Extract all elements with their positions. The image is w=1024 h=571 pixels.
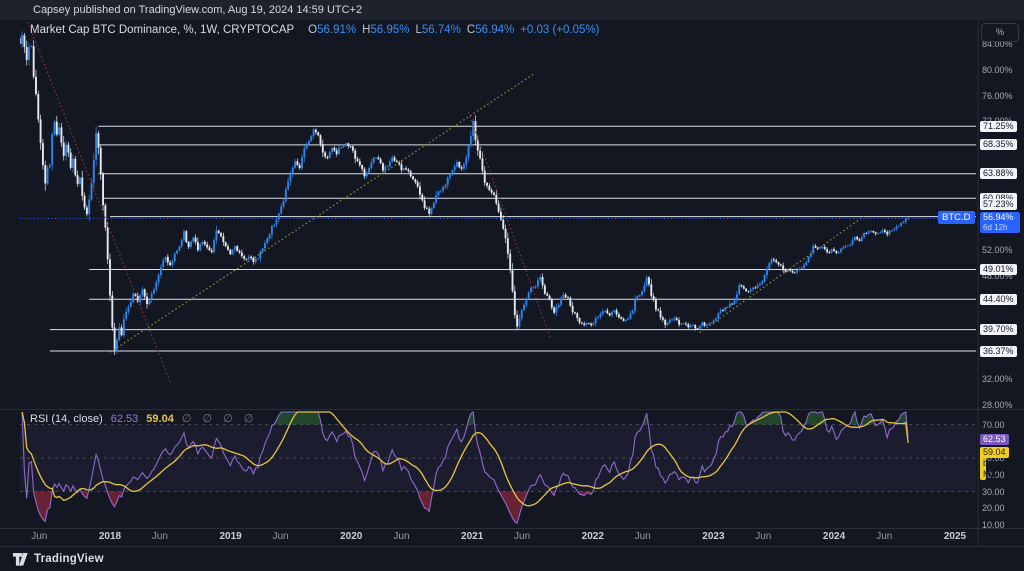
price-tick-76.00%: 76.00% [982,91,1013,101]
time-tick-2025-2025: 2025 [933,531,977,542]
time-tick-2022-2022: 2022 [571,531,615,542]
rsi-tick-10.00: 10.00 [982,520,1005,530]
tradingview-brand[interactable]: TradingView [34,553,104,565]
level-label-49.01: 49.01% [980,264,1017,275]
time-tick-2024-2024: 2024 [812,531,856,542]
tradingview-snapshot: Capsey published on TradingView.com, Aug… [0,0,1024,571]
time-tick-Jun-2023: Jun [741,531,785,542]
rsi-ma-axis-value: 59.04 [980,447,1009,458]
rsi-tick-30.00: 30.00 [982,487,1005,497]
trendline-uptrend-2022-2024 [700,216,865,333]
price-tick-80.00%: 80.00% [982,65,1013,75]
current-price-label: 56.94%6d 12h [980,212,1020,233]
chart-canvas[interactable] [0,0,1024,571]
level-label-39.7: 39.70% [980,324,1017,335]
rsi-axis-value: 62.53 [980,434,1009,445]
time-tick-Jun-2019: Jun [259,531,303,542]
level-label-71.25: 71.25% [980,121,1017,132]
time-tick-2019-2019: 2019 [209,531,253,542]
candlestick-series [19,31,909,355]
time-tick-2020-2020: 2020 [329,531,373,542]
level-label-36.37: 36.37% [980,346,1017,357]
level-label-57.23: 57.23% [980,199,1017,210]
rsi-tick-20.00: 20.00 [982,503,1005,513]
price-tick-52.00%: 52.00% [982,245,1013,255]
countdown-timer: 6d 12h [983,223,1017,233]
time-tick-Jun-2024: Jun [862,531,906,542]
time-tick-2021-2021: 2021 [450,531,494,542]
price-scale-unit-button[interactable]: % [982,24,1018,41]
time-tick-2023-2023: 2023 [691,531,735,542]
time-tick-Jun-2022: Jun [621,531,665,542]
publish-bar-text: Capsey published on TradingView.com, Aug… [33,4,362,16]
level-label-63.88: 63.88% [980,168,1017,179]
tradingview-logo-icon[interactable] [13,553,28,566]
footer-toolbar: TradingView [0,547,1024,571]
price-tick-32.00%: 32.00% [982,374,1013,384]
time-tick-2018-2018: 2018 [88,531,132,542]
symbol-chip: BTC.D [938,211,975,224]
price-tick-28.00%: 28.00% [982,400,1013,410]
time-tick-Jun-2017: Jun [17,531,61,542]
publish-bar: Capsey published on TradingView.com, Aug… [0,0,1024,20]
trendline-uptrend-2018-2021 [110,73,535,352]
time-tick-Jun-2020: Jun [379,531,423,542]
time-tick-Jun-2018: Jun [138,531,182,542]
level-rays[interactable] [50,126,976,351]
time-tick-Jun-2021: Jun [500,531,544,542]
level-label-68.35: 68.35% [980,139,1017,150]
trendlines[interactable] [26,18,864,382]
rsi-tick-70.00: 70.00 [982,420,1005,430]
level-label-44.4: 44.40% [980,294,1017,305]
trendline-downtrend-2021 [469,112,551,337]
